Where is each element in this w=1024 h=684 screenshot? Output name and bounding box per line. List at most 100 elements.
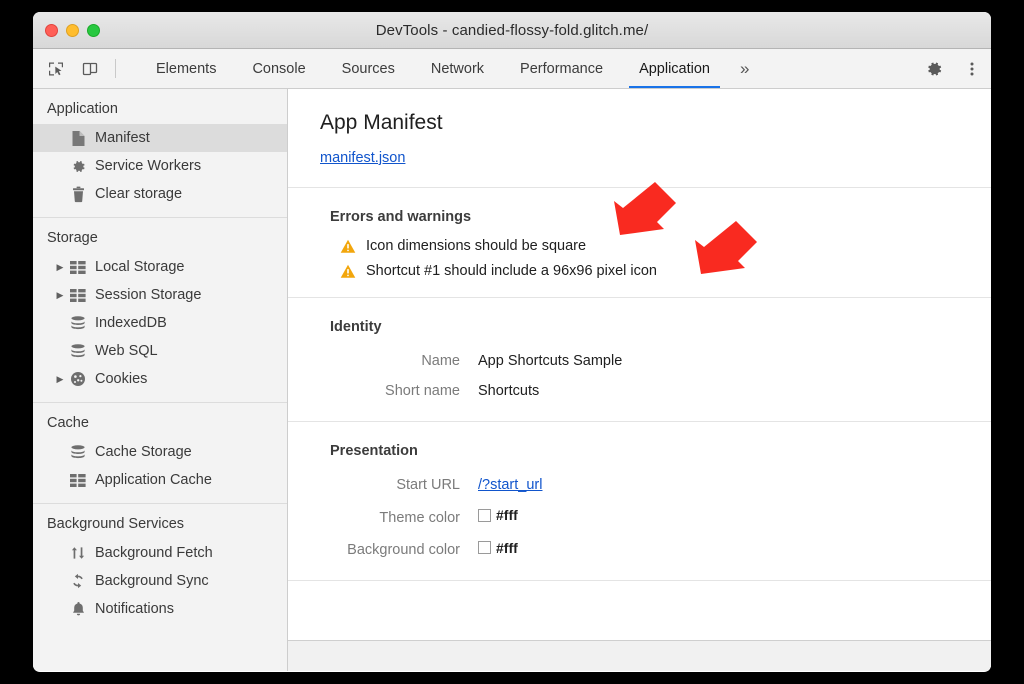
background-color-value[interactable]: #fff [478, 540, 518, 556]
document-icon [67, 130, 89, 147]
color-swatch-icon[interactable] [478, 509, 491, 522]
app-manifest-panel: App Manifest manifest.json Errors and wa… [288, 89, 991, 671]
settings-button[interactable] [915, 59, 953, 79]
sidebar-item-notifications[interactable]: ▶ Notifications [33, 595, 287, 623]
window-title: DevTools - candied-flossy-fold.glitch.me… [33, 12, 991, 49]
field-value: App Shortcuts Sample [478, 353, 622, 369]
field-label: Short name [330, 383, 478, 399]
chevron-right-icon[interactable]: ▶ [53, 374, 67, 385]
table-icon [67, 474, 89, 487]
section-title-errors: Errors and warnings [330, 188, 991, 229]
sidebar-item-label: Notifications [95, 601, 174, 617]
color-swatch-icon[interactable] [478, 541, 491, 554]
table-icon [67, 289, 89, 302]
sidebar-group-title-application: Application [33, 89, 287, 124]
sidebar-item-label: Service Workers [95, 158, 201, 174]
database-icon [67, 316, 89, 331]
sync-icon [67, 573, 89, 589]
sidebar-item-label: Cache Storage [95, 444, 192, 460]
bell-icon [67, 601, 89, 617]
sidebar-item-cache-storage[interactable]: ▶ Cache Storage [33, 438, 287, 466]
sidebar-group-title-background-services: Background Services [33, 504, 287, 539]
gear-icon [924, 59, 944, 79]
field-name: Name App Shortcuts Sample [330, 339, 991, 369]
sidebar-item-service-workers[interactable]: ▶ Service Workers [33, 152, 287, 180]
field-theme-color: Theme color #fff [330, 493, 991, 526]
inspect-cursor-icon [47, 60, 65, 78]
tab-sources[interactable]: Sources [324, 49, 413, 88]
sidebar-item-label: Session Storage [95, 287, 201, 303]
toggle-device-toolbar-button[interactable] [73, 49, 107, 88]
devtools-toolbar: Elements Console Sources Network Perform… [33, 49, 991, 89]
application-sidebar: Application ▶ Manifest ▶ [33, 89, 288, 671]
field-label: Background color [330, 542, 478, 558]
warning-triangle-icon [340, 239, 360, 254]
tab-console[interactable]: Console [234, 49, 323, 88]
presentation-section: Presentation Start URL /?start_url Theme… [288, 422, 991, 581]
minimize-window-button[interactable] [66, 24, 79, 37]
field-label: Theme color [330, 510, 478, 526]
maximize-window-button[interactable] [87, 24, 100, 37]
field-background-color: Background color #fff [330, 526, 991, 581]
cookie-icon [67, 371, 89, 387]
panel-bottom-strip [288, 640, 991, 671]
window-titlebar: DevTools - candied-flossy-fold.glitch.me… [33, 12, 991, 49]
section-title-presentation: Presentation [330, 422, 991, 463]
sidebar-item-label: Background Sync [95, 573, 209, 589]
warning-text: Icon dimensions should be square [366, 238, 586, 254]
sidebar-item-web-sql[interactable]: ▶ Web SQL [33, 337, 287, 365]
page-title: App Manifest [320, 111, 991, 135]
table-icon [67, 261, 89, 274]
more-tabs-button[interactable]: » [728, 49, 761, 88]
sidebar-item-clear-storage[interactable]: ▶ Clear storage [33, 180, 287, 208]
panel-tabs: Elements Console Sources Network Perform… [138, 49, 761, 88]
sidebar-item-background-fetch[interactable]: ▶ Background Fetch [33, 539, 287, 567]
theme-color-value[interactable]: #fff [478, 507, 518, 523]
color-hex-text: #fff [496, 540, 518, 556]
sidebar-item-indexeddb[interactable]: ▶ IndexedDB [33, 309, 287, 337]
trash-icon [67, 186, 89, 203]
toolbar-right-group [906, 49, 991, 88]
color-hex-text: #fff [496, 507, 518, 523]
manifest-json-link[interactable]: manifest.json [320, 150, 405, 166]
manifest-header-section: App Manifest manifest.json [288, 89, 991, 188]
sidebar-group-title-cache: Cache [33, 403, 287, 438]
window-traffic-lights [45, 24, 100, 37]
devtools-menu-button[interactable] [953, 60, 991, 78]
database-icon [67, 344, 89, 359]
sidebar-item-background-sync[interactable]: ▶ Background Sync [33, 567, 287, 595]
devtools-body: Application ▶ Manifest ▶ [33, 89, 991, 671]
field-label: Start URL [330, 477, 478, 493]
sidebar-item-session-storage[interactable]: ▶ Session Storage [33, 281, 287, 309]
kebab-menu-icon [964, 60, 980, 78]
database-icon [67, 445, 89, 460]
sidebar-item-label: Clear storage [95, 186, 182, 202]
tab-network[interactable]: Network [413, 49, 502, 88]
devtools-window: DevTools - candied-flossy-fold.glitch.me… [33, 12, 991, 672]
field-label: Name [330, 353, 478, 369]
sidebar-item-label: Manifest [95, 130, 150, 146]
chevron-right-icon[interactable]: ▶ [53, 290, 67, 301]
warning-text: Shortcut #1 should include a 96x96 pixel… [366, 263, 657, 279]
updown-arrows-icon [67, 545, 89, 561]
gear-icon [67, 158, 89, 175]
warning-triangle-icon [340, 264, 360, 279]
sidebar-item-local-storage[interactable]: ▶ Local Storage [33, 253, 287, 281]
chevron-right-icon[interactable]: ▶ [53, 262, 67, 273]
sidebar-item-label: Background Fetch [95, 545, 213, 561]
toolbar-divider [115, 59, 116, 78]
start-url-link[interactable]: /?start_url [478, 477, 542, 493]
sidebar-item-manifest[interactable]: ▶ Manifest [33, 124, 287, 152]
sidebar-item-application-cache[interactable]: ▶ Application Cache [33, 466, 287, 494]
sidebar-item-label: Cookies [95, 371, 147, 387]
field-value: Shortcuts [478, 383, 539, 399]
tab-elements[interactable]: Elements [138, 49, 234, 88]
field-start-url: Start URL /?start_url [330, 463, 991, 493]
inspect-element-button[interactable] [39, 49, 73, 88]
tab-performance[interactable]: Performance [502, 49, 621, 88]
errors-and-warnings-section: Errors and warnings Icon dimensions shou… [288, 188, 991, 298]
sidebar-item-cookies[interactable]: ▶ Cookies [33, 365, 287, 393]
tab-application[interactable]: Application [621, 49, 728, 88]
close-window-button[interactable] [45, 24, 58, 37]
field-short-name: Short name Shortcuts [330, 369, 991, 421]
